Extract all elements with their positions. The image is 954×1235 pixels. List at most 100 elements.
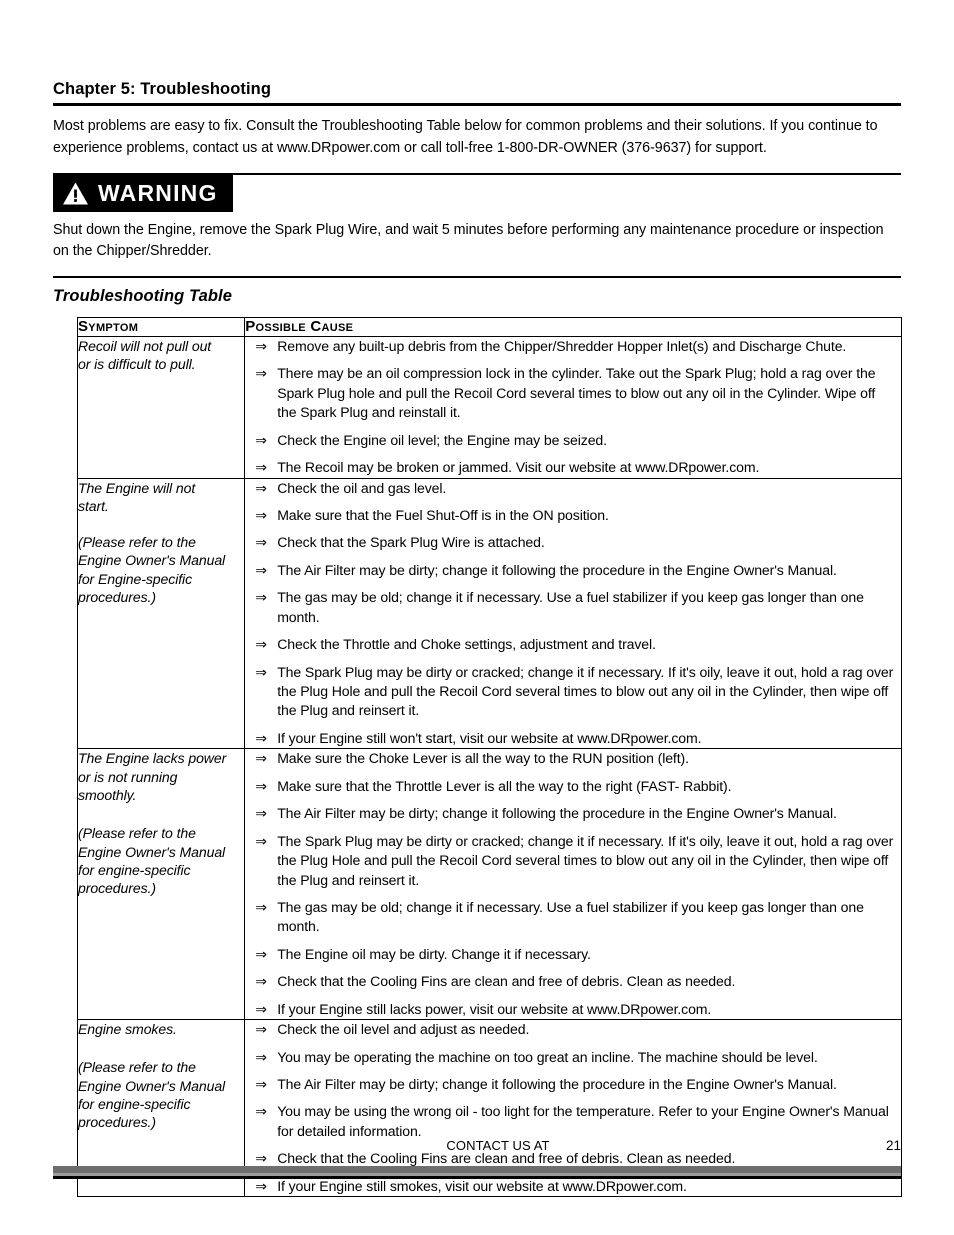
cause-list-item: ⇒ Make sure that the Throttle Lever is al… [245,777,901,796]
cause-text: The Recoil may be broken or jammed. Visi… [277,459,760,476]
cause-list-item: ⇒ Check the oil and gas level. [245,479,901,498]
troubleshooting-table: Symptom Possible Cause Recoil will not p… [76,316,902,1198]
double-arrow-icon: ⇒ [255,1048,267,1065]
symptom-note-line: for engine-specific [78,861,191,878]
cause-text: The gas may be old; change it if necessa… [277,898,864,935]
symptom-line: or is difficult to pull. [78,356,196,373]
column-header-symptom-label: Symptom [78,317,139,335]
double-arrow-icon: ⇒ [255,337,267,354]
symptom-note: (Please refer to the Engine Owner's Manua… [78,533,244,606]
cause-text: Check the oil level and adjust as needed… [277,1021,530,1038]
cause-list: ⇒ Remove any built-up debris from the Chi… [245,337,901,478]
cause-list-item: ⇒ Check the oil level and adjust as neede… [245,1020,901,1039]
cause-text: Check the oil and gas level. [277,479,447,496]
double-arrow-icon: ⇒ [255,1076,267,1093]
cause-text: Make sure the Choke Lever is all the way… [277,750,689,767]
page-footer: CONTACT US AT 21 [53,1138,901,1160]
double-arrow-icon: ⇒ [255,561,267,578]
cause-text: The Engine oil may be dirty. Change it i… [277,945,591,962]
symptom-text: The Engine will not start. [78,479,244,516]
cause-list-item: ⇒ Make sure that the Fuel Shut-Off is in … [245,506,901,525]
cause-text: The Air Filter may be dirty; change it f… [277,561,837,578]
column-header-symptom: Symptom [76,316,246,337]
symptom-line: start. [78,497,109,514]
cause-list-item: ⇒ The Air Filter may be dirty; change it … [245,561,901,580]
cause-text: Make sure that the Throttle Lever is all… [277,777,732,794]
double-arrow-icon: ⇒ [255,1103,267,1120]
cause-text: The Spark Plug may be dirty or cracked; … [277,832,894,888]
footer-contact-text: CONTACT US AT [446,1138,550,1153]
double-arrow-icon: ⇒ [255,636,267,653]
symptom-line: The Engine lacks power [78,750,227,767]
cause-text: You may be using the wrong oil - too lig… [277,1103,889,1139]
symptom-line: Engine smokes. [78,1021,177,1038]
page-title: Chapter 5: Troubleshooting [53,80,272,98]
double-arrow-icon: ⇒ [255,663,267,680]
table-row: Recoil will not pull out or is difficult … [76,335,902,479]
table-header-row: Symptom Possible Cause [76,316,902,337]
cause-text: If your Engine still smokes, visit our w… [277,1177,687,1194]
symptom-line: The Engine will not [78,479,196,496]
double-arrow-icon: ⇒ [255,945,267,962]
double-arrow-icon: ⇒ [255,479,267,496]
cause-text: You may be operating the machine on too … [277,1048,818,1065]
warning-block: WARNING Shut down the Engine, remove the… [53,175,901,276]
cause-text: Remove any built-up debris from the Chip… [277,337,847,354]
chapter-rule [53,103,901,107]
double-arrow-icon: ⇒ [255,1177,267,1194]
double-arrow-icon: ⇒ [255,805,267,822]
warning-triangle-icon [62,181,89,206]
double-arrow-icon: ⇒ [255,1000,267,1017]
column-header-possible-cause-label: Possible Cause [245,317,354,335]
warning-text: Shut down the Engine, remove the Spark P… [53,222,884,260]
cause-list-item: ⇒ If your Engine still lacks power, visit… [245,1000,901,1019]
cause-text: Check the Engine oil level; the Engine m… [277,431,607,448]
symptom-text: The Engine lacks power or is not running s… [78,749,244,804]
table-body: Recoil will not pull out or is difficult … [76,335,902,1198]
cause-list: ⇒ Make sure the Choke Lever is all the wa… [245,749,901,1019]
symptom-note-line: Engine Owner's Manual [78,552,226,569]
double-arrow-icon: ⇒ [255,898,267,915]
cause-list-item: ⇒ The Air Filter may be dirty; change it … [245,804,901,823]
double-arrow-icon: ⇒ [255,832,267,849]
double-arrow-icon: ⇒ [255,750,267,767]
symptom-note-line: for engine-specific [78,1096,191,1113]
cause-text: Check that the Cooling Fins are clean an… [277,973,736,990]
footer-page-number: 21 [885,1138,901,1153]
column-header-possible-cause: Possible Cause [244,316,902,337]
cause-list-item: ⇒ The gas may be old; change it if necess… [245,588,901,627]
cause-list-item: ⇒ Remove any built-up debris from the Chi… [245,337,901,356]
symptom-line: smoothly. [78,786,137,803]
double-arrow-icon: ⇒ [255,777,267,794]
cause-text: The Spark Plug may be dirty or cracked; … [277,663,894,719]
double-arrow-icon: ⇒ [255,459,267,476]
cause-list-item: ⇒ There may be an oil compression lock in… [245,364,901,422]
symptom-note-line: procedures.) [78,589,156,606]
cause-list-item: ⇒ Check that the Cooling Fins are clean a… [245,972,901,991]
symptom-note-line: Engine Owner's Manual [78,843,226,860]
cause-list-item: ⇒ Check that the Spark Plug Wire is attac… [245,533,901,552]
cause-text: If your Engine still lacks power, visit … [277,1000,712,1017]
warning-badge: WARNING [53,175,233,213]
cause-text: Check the Throttle and Choke settings, a… [277,636,656,653]
section-title: Troubleshooting Table [53,286,233,305]
cause-list-item: ⇒ The Engine oil may be dirty. Change it … [245,945,901,964]
symptom-cell: Recoil will not pull out or is difficult … [76,335,246,479]
cause-text: The Air Filter may be dirty; change it f… [277,1076,837,1093]
table-row: The Engine lacks power or is not running s… [76,748,902,1021]
cause-text: Check that the Spark Plug Wire is attach… [277,534,545,551]
symptom-line: or is not running [78,768,178,785]
cause-list: ⇒ Check the oil and gas level. ⇒ Make sure … [245,479,901,749]
double-arrow-icon: ⇒ [255,431,267,448]
double-arrow-icon: ⇒ [255,534,267,551]
double-arrow-icon: ⇒ [255,365,267,382]
symptom-cell: The Engine will not start. (Please refer t… [76,477,246,750]
cause-list-item: ⇒ Check the Engine oil level; the Engine … [245,431,901,450]
symptom-line: Recoil will not pull out [78,337,212,354]
double-arrow-icon: ⇒ [255,729,267,746]
double-arrow-icon: ⇒ [255,1021,267,1038]
table-row: The Engine will not start. (Please refer t… [76,477,902,750]
possible-cause-cell: ⇒ Check the oil and gas level. ⇒ Make sure … [244,477,902,750]
intro-paragraph: Most problems are easy to fix. Consult t… [53,118,878,156]
warning-bottom-rule [53,275,901,278]
